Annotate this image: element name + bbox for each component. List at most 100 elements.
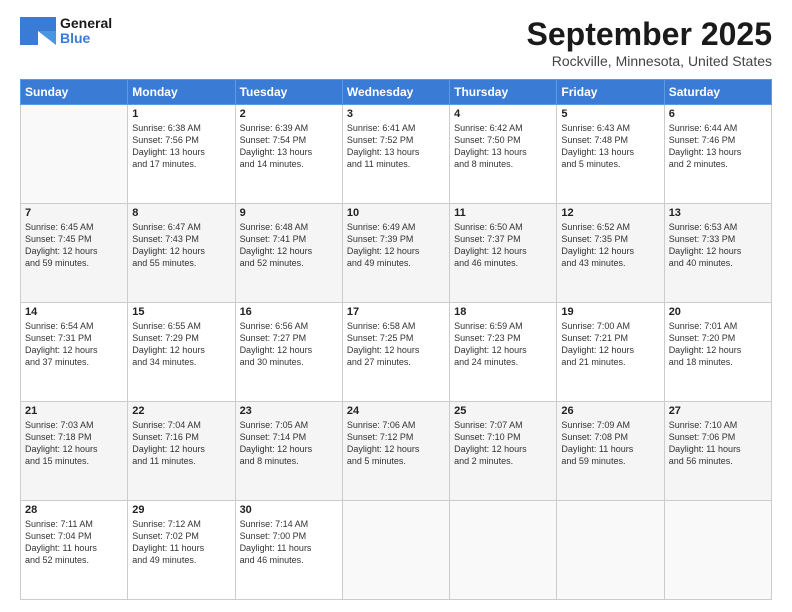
calendar-cell: 11 Sunrise: 6:50 AM Sunset: 7:37 PM Dayli… xyxy=(450,204,557,303)
day-number: 10 xyxy=(347,207,445,219)
calendar-cell: 9Sunrise: 6:48 AM Sunset: 7:41 PM Daylig… xyxy=(235,204,342,303)
day-info: Sunrise: 6:58 AM Sunset: 7:25 PM Dayligh… xyxy=(347,320,445,369)
logo: General Blue xyxy=(20,16,112,47)
day-info: Sunrise: 6:47 AM Sunset: 7:43 PM Dayligh… xyxy=(132,221,230,270)
day-number: 21 xyxy=(25,405,123,417)
calendar-cell xyxy=(664,501,771,600)
weekday-header: Friday xyxy=(557,80,664,105)
calendar-week-row: 14 Sunrise: 6:54 AM Sunset: 7:31 PM Dayli… xyxy=(21,303,772,402)
calendar-week-row: 28 Sunrise: 7:11 AM Sunset: 7:04 PM Dayli… xyxy=(21,501,772,600)
day-info: Sunrise: 7:11 AM Sunset: 7:04 PM Dayligh… xyxy=(25,518,123,567)
day-number: 8 xyxy=(132,207,230,219)
calendar-cell: 18Sunrise: 6:59 AM Sunset: 7:23 PM Dayli… xyxy=(450,303,557,402)
day-number: 14 xyxy=(25,306,123,318)
day-info: Sunrise: 6:38 AM Sunset: 7:56 PM Dayligh… xyxy=(132,122,230,171)
calendar-cell: 23Sunrise: 7:05 AM Sunset: 7:14 PM Dayli… xyxy=(235,402,342,501)
calendar-cell: 5 Sunrise: 6:43 AM Sunset: 7:48 PM Daylig… xyxy=(557,105,664,204)
day-info: Sunrise: 6:44 AM Sunset: 7:46 PM Dayligh… xyxy=(669,122,767,171)
day-info: Sunrise: 6:41 AM Sunset: 7:52 PM Dayligh… xyxy=(347,122,445,171)
day-number: 11 xyxy=(454,207,552,219)
weekday-header-row: SundayMondayTuesdayWednesdayThursdayFrid… xyxy=(21,80,772,105)
calendar-table: SundayMondayTuesdayWednesdayThursdayFrid… xyxy=(20,79,772,600)
day-info: Sunrise: 6:50 AM Sunset: 7:37 PM Dayligh… xyxy=(454,221,552,270)
calendar-cell: 25 Sunrise: 7:07 AM Sunset: 7:10 PM Dayli… xyxy=(450,402,557,501)
calendar-cell: 19 Sunrise: 7:00 AM Sunset: 7:21 PM Dayli… xyxy=(557,303,664,402)
calendar-cell: 29Sunrise: 7:12 AM Sunset: 7:02 PM Dayli… xyxy=(128,501,235,600)
page: General Blue September 2025 Rockville, M… xyxy=(0,0,792,612)
day-number: 2 xyxy=(240,108,338,120)
day-number: 3 xyxy=(347,108,445,120)
weekday-header: Monday xyxy=(128,80,235,105)
day-info: Sunrise: 6:43 AM Sunset: 7:48 PM Dayligh… xyxy=(561,122,659,171)
calendar-cell: 30Sunrise: 7:14 AM Sunset: 7:00 PM Dayli… xyxy=(235,501,342,600)
calendar-cell: 10 Sunrise: 6:49 AM Sunset: 7:39 PM Dayli… xyxy=(342,204,449,303)
calendar-week-row: 7 Sunrise: 6:45 AM Sunset: 7:45 PM Daylig… xyxy=(21,204,772,303)
calendar-cell: 22 Sunrise: 7:04 AM Sunset: 7:16 PM Dayli… xyxy=(128,402,235,501)
day-number: 17 xyxy=(347,306,445,318)
calendar-cell: 17 Sunrise: 6:58 AM Sunset: 7:25 PM Dayli… xyxy=(342,303,449,402)
location: Rockville, Minnesota, United States xyxy=(527,53,772,69)
logo-text: General Blue xyxy=(60,16,112,47)
day-number: 5 xyxy=(561,108,659,120)
day-number: 16 xyxy=(240,306,338,318)
weekday-header: Sunday xyxy=(21,80,128,105)
day-info: Sunrise: 7:06 AM Sunset: 7:12 PM Dayligh… xyxy=(347,419,445,468)
day-number: 20 xyxy=(669,306,767,318)
calendar-cell: 4 Sunrise: 6:42 AM Sunset: 7:50 PM Daylig… xyxy=(450,105,557,204)
day-number: 22 xyxy=(132,405,230,417)
calendar-cell: 26 Sunrise: 7:09 AM Sunset: 7:08 PM Dayli… xyxy=(557,402,664,501)
calendar-cell: 24 Sunrise: 7:06 AM Sunset: 7:12 PM Dayli… xyxy=(342,402,449,501)
day-info: Sunrise: 6:49 AM Sunset: 7:39 PM Dayligh… xyxy=(347,221,445,270)
day-number: 30 xyxy=(240,504,338,516)
day-info: Sunrise: 6:45 AM Sunset: 7:45 PM Dayligh… xyxy=(25,221,123,270)
calendar-cell: 6Sunrise: 6:44 AM Sunset: 7:46 PM Daylig… xyxy=(664,105,771,204)
day-number: 28 xyxy=(25,504,123,516)
calendar-cell: 16 Sunrise: 6:56 AM Sunset: 7:27 PM Dayli… xyxy=(235,303,342,402)
calendar-cell xyxy=(450,501,557,600)
day-info: Sunrise: 6:42 AM Sunset: 7:50 PM Dayligh… xyxy=(454,122,552,171)
day-info: Sunrise: 7:10 AM Sunset: 7:06 PM Dayligh… xyxy=(669,419,767,468)
day-number: 19 xyxy=(561,306,659,318)
calendar-cell: 12 Sunrise: 6:52 AM Sunset: 7:35 PM Dayli… xyxy=(557,204,664,303)
day-info: Sunrise: 7:12 AM Sunset: 7:02 PM Dayligh… xyxy=(132,518,230,567)
day-number: 7 xyxy=(25,207,123,219)
calendar-cell: 3 Sunrise: 6:41 AM Sunset: 7:52 PM Daylig… xyxy=(342,105,449,204)
day-number: 27 xyxy=(669,405,767,417)
weekday-header: Wednesday xyxy=(342,80,449,105)
day-number: 9 xyxy=(240,207,338,219)
day-info: Sunrise: 7:09 AM Sunset: 7:08 PM Dayligh… xyxy=(561,419,659,468)
day-number: 12 xyxy=(561,207,659,219)
calendar-cell xyxy=(342,501,449,600)
title-block: September 2025 Rockville, Minnesota, Uni… xyxy=(527,16,772,69)
day-info: Sunrise: 6:56 AM Sunset: 7:27 PM Dayligh… xyxy=(240,320,338,369)
day-info: Sunrise: 6:52 AM Sunset: 7:35 PM Dayligh… xyxy=(561,221,659,270)
calendar-cell: 8 Sunrise: 6:47 AM Sunset: 7:43 PM Daylig… xyxy=(128,204,235,303)
weekday-header: Saturday xyxy=(664,80,771,105)
calendar-cell: 28 Sunrise: 7:11 AM Sunset: 7:04 PM Dayli… xyxy=(21,501,128,600)
calendar-cell: 15Sunrise: 6:55 AM Sunset: 7:29 PM Dayli… xyxy=(128,303,235,402)
day-info: Sunrise: 7:01 AM Sunset: 7:20 PM Dayligh… xyxy=(669,320,767,369)
calendar-cell: 27 Sunrise: 7:10 AM Sunset: 7:06 PM Dayli… xyxy=(664,402,771,501)
day-number: 25 xyxy=(454,405,552,417)
header: General Blue September 2025 Rockville, M… xyxy=(20,16,772,69)
month-title: September 2025 xyxy=(527,16,772,53)
calendar-cell: 21 Sunrise: 7:03 AM Sunset: 7:18 PM Dayli… xyxy=(21,402,128,501)
day-number: 1 xyxy=(132,108,230,120)
calendar-cell: 14 Sunrise: 6:54 AM Sunset: 7:31 PM Dayli… xyxy=(21,303,128,402)
day-number: 13 xyxy=(669,207,767,219)
day-number: 15 xyxy=(132,306,230,318)
day-info: Sunrise: 7:07 AM Sunset: 7:10 PM Dayligh… xyxy=(454,419,552,468)
day-info: Sunrise: 7:03 AM Sunset: 7:18 PM Dayligh… xyxy=(25,419,123,468)
day-number: 26 xyxy=(561,405,659,417)
calendar-cell: 13Sunrise: 6:53 AM Sunset: 7:33 PM Dayli… xyxy=(664,204,771,303)
day-number: 24 xyxy=(347,405,445,417)
day-info: Sunrise: 7:00 AM Sunset: 7:21 PM Dayligh… xyxy=(561,320,659,369)
logo-line2: Blue xyxy=(60,31,112,46)
day-info: Sunrise: 7:04 AM Sunset: 7:16 PM Dayligh… xyxy=(132,419,230,468)
day-number: 4 xyxy=(454,108,552,120)
calendar-week-row: 21 Sunrise: 7:03 AM Sunset: 7:18 PM Dayli… xyxy=(21,402,772,501)
calendar-cell: 1 Sunrise: 6:38 AM Sunset: 7:56 PM Daylig… xyxy=(128,105,235,204)
logo-line1: General xyxy=(60,16,112,31)
day-number: 18 xyxy=(454,306,552,318)
day-info: Sunrise: 6:54 AM Sunset: 7:31 PM Dayligh… xyxy=(25,320,123,369)
